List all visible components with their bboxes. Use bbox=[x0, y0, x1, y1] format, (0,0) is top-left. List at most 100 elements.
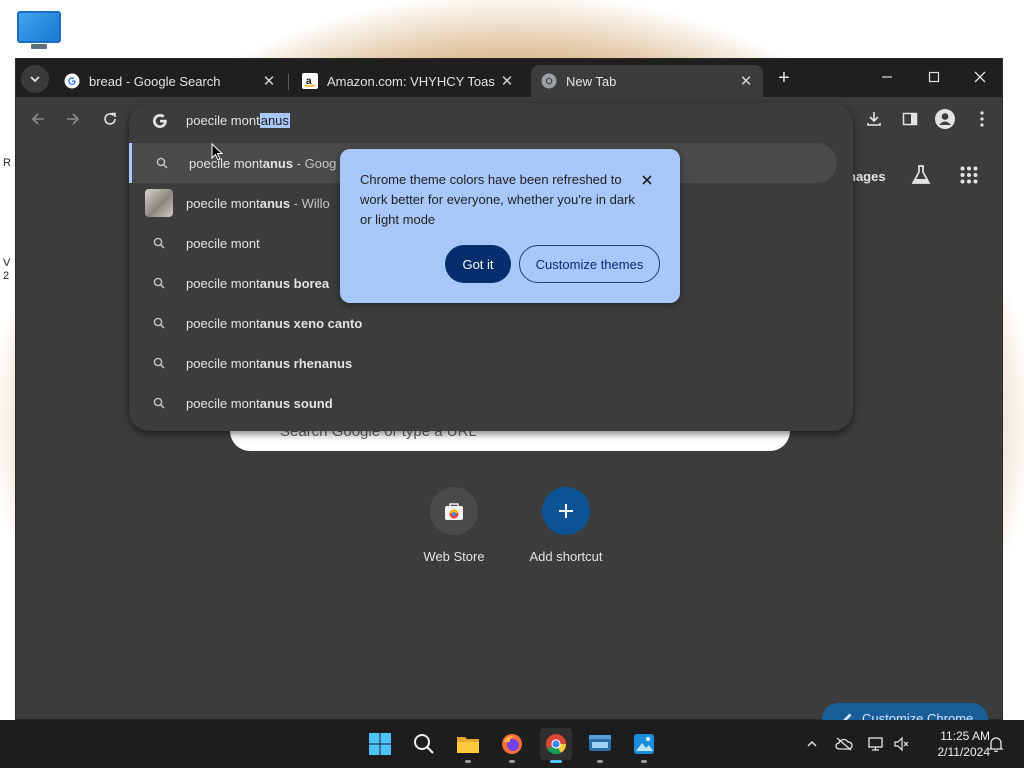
minimize-icon bbox=[882, 76, 892, 78]
amazon-icon: a bbox=[302, 73, 318, 89]
customize-themes-button[interactable]: Customize themes bbox=[519, 245, 660, 283]
close-icon bbox=[974, 71, 986, 83]
clock[interactable]: 11:25 AM 2/11/2024 bbox=[918, 728, 991, 760]
remote-desktop-button[interactable] bbox=[584, 728, 616, 760]
apps-grid-icon bbox=[960, 166, 978, 184]
tab-amazon[interactable]: a Amazon.com: VHYHCY Toast Br ✕ bbox=[292, 65, 524, 97]
avatar-icon bbox=[935, 109, 955, 129]
minimize-button[interactable] bbox=[864, 59, 910, 95]
desktop-label-fragment: R bbox=[3, 157, 11, 169]
cloud-offline-icon bbox=[835, 737, 853, 751]
reload-button[interactable] bbox=[98, 107, 122, 131]
terminal-window-icon bbox=[589, 735, 611, 751]
downloads-button[interactable] bbox=[862, 107, 886, 131]
onedrive-button[interactable] bbox=[834, 734, 854, 754]
volume-button[interactable] bbox=[892, 734, 912, 754]
reload-icon bbox=[104, 112, 116, 125]
tab-search-button[interactable] bbox=[21, 65, 49, 93]
show-hidden-icons-button[interactable] bbox=[802, 734, 822, 754]
tab-new-tab[interactable]: New Tab ✕ bbox=[531, 65, 763, 97]
chrome-taskbar-button[interactable] bbox=[540, 728, 572, 760]
arrow-left-icon bbox=[31, 113, 44, 125]
bird-thumbnail bbox=[145, 189, 173, 217]
suggestion-row[interactable]: poecile montanus rhenanus bbox=[129, 343, 837, 383]
mouse-cursor-icon bbox=[211, 143, 223, 161]
tab-strip: bread - Google Search ✕ a Amazon.com: VH… bbox=[16, 59, 1002, 97]
chevron-up-icon bbox=[807, 740, 817, 747]
bell-icon bbox=[988, 737, 1004, 752]
profile-button[interactable] bbox=[933, 107, 957, 131]
tab-google-search[interactable]: bread - Google Search ✕ bbox=[54, 65, 286, 97]
side-panel-button[interactable] bbox=[898, 107, 922, 131]
chrome-icon bbox=[541, 73, 557, 89]
shortcut-web-store[interactable]: Web Store bbox=[404, 487, 504, 564]
web-store-icon bbox=[430, 487, 478, 535]
search-icon bbox=[414, 734, 434, 754]
this-pc-desktop-icon[interactable] bbox=[17, 11, 61, 51]
search-button[interactable] bbox=[408, 728, 440, 760]
shortcut-label: Web Store bbox=[423, 549, 485, 564]
theme-refresh-popup: Chrome theme colors have been refreshed … bbox=[340, 149, 680, 303]
active-indicator bbox=[550, 760, 562, 763]
firefox-button[interactable] bbox=[496, 728, 528, 760]
close-tab-icon[interactable]: ✕ bbox=[498, 72, 516, 90]
suggestion-row[interactable]: poecile montanus sound bbox=[129, 383, 837, 423]
close-icon bbox=[642, 175, 652, 185]
images-link[interactable]: nages bbox=[848, 169, 886, 184]
search-icon bbox=[152, 356, 166, 370]
desktop-label-fragment: 2 bbox=[3, 270, 10, 282]
add-shortcut-button[interactable]: Add shortcut bbox=[516, 487, 616, 564]
chrome-icon bbox=[546, 734, 567, 755]
address-bar[interactable]: poecile montanus bbox=[129, 103, 853, 139]
google-g-icon bbox=[152, 113, 168, 132]
close-tab-icon[interactable]: ✕ bbox=[737, 72, 755, 90]
more-vert-icon bbox=[980, 111, 984, 127]
network-button[interactable] bbox=[866, 734, 886, 754]
network-icon bbox=[868, 737, 883, 751]
search-icon bbox=[152, 316, 166, 330]
file-explorer-button[interactable] bbox=[452, 728, 484, 760]
maximize-button[interactable] bbox=[911, 59, 957, 95]
folder-icon bbox=[457, 737, 479, 753]
clock-time: 11:25 AM bbox=[940, 729, 990, 743]
new-tab-button[interactable]: + bbox=[773, 67, 795, 89]
back-button[interactable] bbox=[26, 107, 50, 131]
close-window-button[interactable] bbox=[957, 59, 1003, 95]
clock-date: 2/11/2024 bbox=[937, 745, 991, 759]
close-popup-button[interactable] bbox=[638, 171, 656, 189]
autocomplete-selection: anus bbox=[259, 113, 290, 128]
tab-title: bread - Google Search bbox=[89, 73, 221, 89]
speaker-muted-icon bbox=[894, 736, 909, 752]
photos-icon bbox=[634, 734, 654, 754]
monitor-icon bbox=[17, 11, 61, 43]
menu-button[interactable] bbox=[970, 107, 994, 131]
arrow-right-icon bbox=[67, 113, 80, 125]
search-icon bbox=[155, 156, 169, 170]
side-panel-icon bbox=[902, 112, 918, 126]
desktop-label-fragment: V bbox=[3, 257, 11, 269]
labs-button[interactable] bbox=[910, 164, 932, 189]
google-icon bbox=[64, 73, 80, 89]
search-icon bbox=[152, 236, 166, 250]
taskbar: 11:25 AM 2/11/2024 bbox=[0, 720, 1024, 768]
omnibox-text[interactable]: poecile montanus bbox=[186, 113, 290, 128]
search-icon bbox=[152, 276, 166, 290]
got-it-button[interactable]: Got it bbox=[445, 245, 511, 283]
close-tab-icon[interactable]: ✕ bbox=[260, 72, 278, 90]
google-apps-button[interactable] bbox=[960, 166, 978, 187]
search-icon bbox=[152, 396, 166, 410]
firefox-icon bbox=[502, 734, 522, 754]
plus-icon bbox=[542, 487, 590, 535]
flask-icon bbox=[911, 165, 931, 184]
chrome-window: bread - Google Search ✕ a Amazon.com: VH… bbox=[15, 58, 1003, 733]
start-button[interactable] bbox=[364, 728, 396, 760]
suggestion-row[interactable]: poecile montanus xeno canto bbox=[129, 303, 837, 343]
notifications-button[interactable] bbox=[986, 734, 1006, 754]
paint-app-button[interactable] bbox=[628, 728, 660, 760]
forward-button[interactable] bbox=[61, 107, 85, 131]
tab-title: New Tab bbox=[566, 73, 617, 89]
chevron-down-icon bbox=[30, 76, 40, 83]
popup-message: Chrome theme colors have been refreshed … bbox=[360, 172, 635, 227]
tab-title: Amazon.com: VHYHCY Toast Br bbox=[327, 73, 495, 89]
download-icon bbox=[867, 112, 881, 126]
